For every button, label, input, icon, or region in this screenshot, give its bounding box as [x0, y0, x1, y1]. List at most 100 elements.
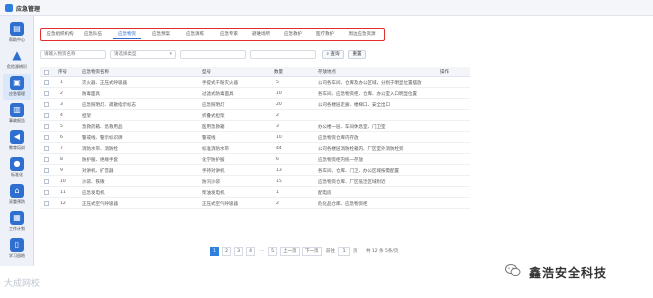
sidebar-item-label: 双重预防	[9, 199, 25, 204]
table-row[interactable]: 4 担架 折叠式担架 2	[40, 110, 470, 121]
book-open-icon: ▯	[10, 238, 24, 252]
sidebar-item-help[interactable]: ▤ 帮助中心	[3, 20, 31, 46]
cell-name: 担架	[82, 114, 91, 119]
cell-no: 4	[60, 113, 63, 118]
cell-no: 11	[60, 190, 66, 195]
page-button[interactable]: 4	[246, 247, 255, 256]
row-checkbox[interactable]	[44, 168, 49, 173]
table-row[interactable]: 1 灭火器、正压式呼吸器 手提式干粉灭火器 5 公司各车间、仓库及办公区域，分别…	[40, 77, 470, 88]
reset-button[interactable]: 重置	[348, 50, 366, 59]
sidebar-item-prevention[interactable]: ⌂ 双重预防	[3, 182, 31, 208]
page-button[interactable]: 2	[222, 247, 231, 256]
sidebar-item-training[interactable]: ◀ 教育培训	[3, 128, 31, 154]
cell-qty: 6	[276, 157, 279, 162]
cell-no: 12	[60, 201, 66, 206]
table-row[interactable]: 5 急救药箱、急救用品 医用急救箱 3 办公楼一层、车间休息室、门卫室	[40, 121, 470, 132]
cell-location: 配电房	[318, 191, 332, 196]
tab-plans[interactable]: 应急预案	[147, 31, 175, 39]
cell-location: 各车间、应急物资柜、仓库、办公室入口明显位置	[318, 92, 417, 97]
cell-name: 应急发电机	[82, 191, 105, 196]
cell-qty: 1	[276, 190, 279, 195]
table-row[interactable]: 12 正压式空气呼吸器 正压式空气呼吸器 2 危化品仓库、应急物资柜	[40, 198, 470, 209]
tab-rescue[interactable]: 应急救护	[279, 31, 307, 39]
search-button[interactable]: ⌕ 查询	[322, 50, 344, 59]
cell-name: 警戒线、警示标识牌	[82, 136, 123, 141]
location-search-input[interactable]	[250, 50, 316, 59]
row-checkbox[interactable]	[44, 102, 49, 107]
table-row[interactable]: 3 应急照明灯、疏散指示标志 应急照明灯 20 公司各楼层走廊、楼梯口、安全出口	[40, 99, 470, 110]
cell-location: 办公楼一层、车间休息室、门卫室	[318, 125, 386, 130]
table-row[interactable]: 6 警戒线、警示标识牌 警戒线 10 应急物资仓库内存放	[40, 132, 470, 143]
sidebar-item-label: 事故报告	[9, 118, 25, 123]
table-row[interactable]: 9 对讲机、扩音器 手持对讲机 13 各车间、仓库、门卫、办公区域按需配置	[40, 165, 470, 176]
row-checkbox[interactable]	[44, 113, 49, 118]
report-icon: ▥	[10, 103, 24, 117]
table-row[interactable]: 7 消防水带、消防栓 标准消防水带 44 公司各楼层消防栓箱内、厂区室外消防栓旁	[40, 143, 470, 154]
row-checkbox[interactable]	[44, 157, 49, 162]
cell-location: 应急物资柜内统一存放	[318, 158, 363, 163]
table-row[interactable]: 11 应急发电机 柴油发电机 1 配电房	[40, 187, 470, 198]
tab-organization[interactable]: 应急组织机构	[45, 31, 75, 39]
sidebar-item-emergency[interactable]: ▣ 应急管理	[3, 74, 31, 100]
cell-name: 应急照明灯、疏散指示标志	[82, 103, 136, 108]
megaphone-icon: ◀	[10, 130, 24, 144]
sidebar-item-accident[interactable]: ▥ 事故报告	[3, 101, 31, 127]
next-page-button[interactable]: 下一页	[302, 247, 322, 256]
column-header: 应急物资名称	[82, 70, 109, 75]
sidebar-item-label: 教育培训	[9, 145, 25, 150]
name-search-input[interactable]	[40, 50, 106, 59]
table-header: 序号 应急物资名称 型号 数量 存放地点 操作	[40, 67, 470, 77]
cell-name: 消防水带、消防栓	[82, 147, 118, 152]
cell-qty: 2	[276, 201, 279, 206]
sidebar-item-plan[interactable]: ▦ 工作计划	[3, 209, 31, 235]
page-button[interactable]: 3	[234, 247, 243, 256]
model-search-input[interactable]	[180, 50, 246, 59]
row-checkbox[interactable]	[44, 135, 49, 140]
row-checkbox[interactable]	[44, 80, 49, 85]
cell-qty: 10	[276, 91, 282, 96]
tab-drills[interactable]: 应急演练	[181, 31, 209, 39]
book-icon: ▤	[10, 22, 24, 36]
prev-page-button[interactable]: 上一页	[280, 247, 300, 256]
warning-icon: ▲	[12, 48, 22, 62]
cell-location: 公司各楼层消防栓箱内、厂区室外消防栓旁	[318, 147, 404, 152]
page-button[interactable]: 5	[268, 247, 277, 256]
wechat-icon	[505, 264, 521, 277]
row-checkbox[interactable]	[44, 201, 49, 206]
select-all-checkbox[interactable]	[44, 70, 49, 75]
total-count-label: 共 12 条 5条/页	[366, 249, 399, 254]
sidebar-item-standard[interactable]: ● 标准化	[3, 155, 31, 181]
page-button[interactable]: 1	[210, 247, 219, 256]
cell-model: 警戒线	[202, 136, 216, 141]
category-select[interactable]: 请选择类型	[110, 50, 176, 59]
main-content: 应急组织机构 应急队伍 应急物资 应急预案 应急演练 应急专家 避难场所 应急救…	[35, 16, 653, 276]
tab-resources[interactable]: 周边应急资源	[343, 31, 381, 39]
users-icon: ●	[10, 157, 24, 171]
tab-shelters[interactable]: 避难场所	[247, 31, 275, 39]
row-checkbox[interactable]	[44, 124, 49, 129]
page-number-input[interactable]: 1	[338, 247, 350, 256]
tab-supplies[interactable]: 应急物资	[113, 31, 141, 39]
cell-qty: 5	[276, 80, 279, 85]
row-checkbox[interactable]	[44, 91, 49, 96]
cell-model: 化学防护服	[202, 158, 225, 163]
tab-experts[interactable]: 应急专家	[215, 31, 243, 39]
table-row[interactable]: 10 沙袋、铁锹 防汛沙袋 15 应急物资仓库、厂区低洼区域附近	[40, 176, 470, 187]
cell-model: 过滤式防毒面具	[202, 92, 234, 97]
table-row[interactable]: 2 防毒面具 过滤式防毒面具 10 各车间、应急物资柜、仓库、办公室入口明显位置	[40, 88, 470, 99]
cell-model: 防汛沙袋	[202, 180, 220, 185]
table-row[interactable]: 8 防护服、绝缘手套 化学防护服 6 应急物资柜内统一存放	[40, 154, 470, 165]
row-checkbox[interactable]	[44, 190, 49, 195]
cell-model: 手提式干粉灭火器	[202, 81, 238, 86]
sidebar-item-learning[interactable]: ▯ 学习园地	[3, 236, 31, 262]
cell-name: 灭火器、正压式呼吸器	[82, 81, 127, 86]
tab-medical[interactable]: 医疗救护	[311, 31, 339, 39]
cell-model: 标准消防水带	[202, 147, 229, 152]
filter-bar: 请选择类型 ⌕ 查询 重置	[40, 50, 470, 60]
sidebar-item-hazard[interactable]: ▲ 危险源辨识	[3, 47, 31, 73]
row-checkbox[interactable]	[44, 146, 49, 151]
row-checkbox[interactable]	[44, 179, 49, 184]
tab-team[interactable]: 应急队伍	[79, 31, 107, 39]
sidebar-item-label: 标准化	[11, 172, 23, 177]
column-header: 存放地点	[318, 70, 336, 75]
